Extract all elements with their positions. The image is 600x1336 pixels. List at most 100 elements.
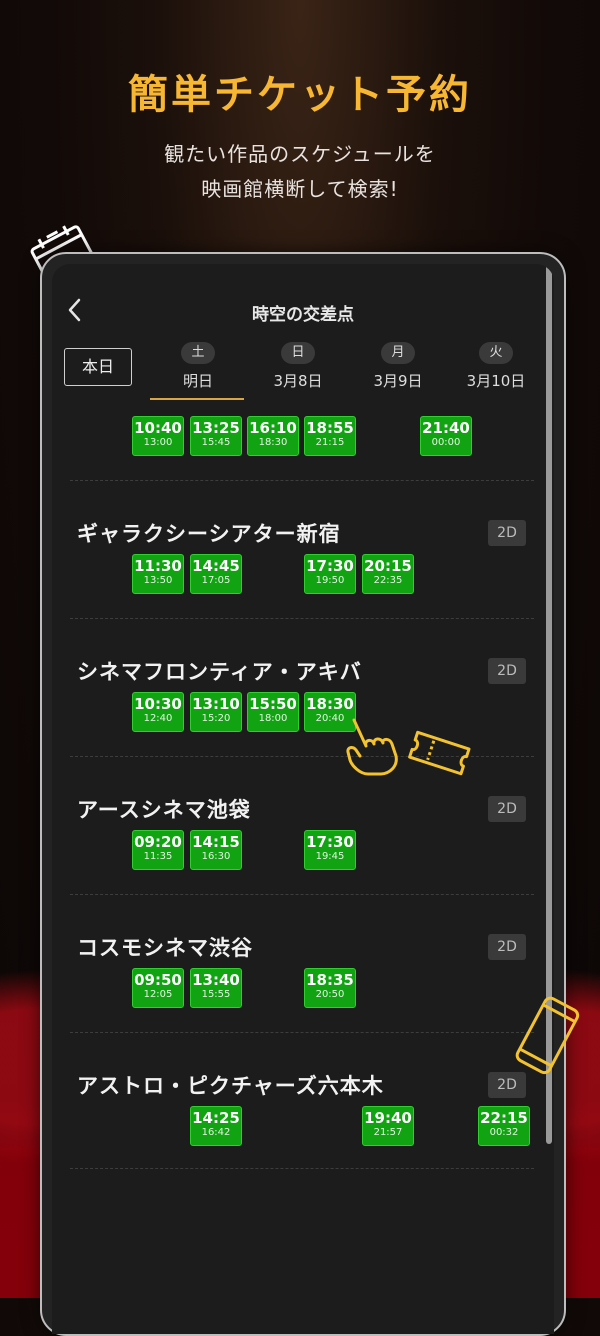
showtime-slot[interactable]: 17:30 19:45 (304, 830, 356, 870)
showtime-slot[interactable]: 14:25 16:42 (190, 1106, 242, 1146)
showtime-slot[interactable]: 13:10 15:20 (190, 692, 242, 732)
showtime-slot[interactable]: 10:30 12:40 (132, 692, 184, 732)
showtime-slot[interactable]: 18:35 20:50 (304, 968, 356, 1008)
end-time: 16:42 (201, 1127, 231, 1138)
theater-name[interactable]: ギャラクシーシアター新宿 (77, 518, 341, 548)
phone-frame: 時空の交差点 本日 土 明日 日 3月8日 月 3月9日 火 3月10日 10:… (40, 252, 566, 1336)
showtime-slot[interactable]: 13:25 15:45 (190, 416, 242, 456)
tab-day-0[interactable]: 土 明日 (150, 342, 246, 391)
start-time: 09:20 (134, 833, 182, 851)
start-time: 17:30 (306, 833, 354, 851)
theater-name[interactable]: コスモシネマ渋谷 (77, 932, 253, 962)
end-time: 12:05 (143, 989, 173, 1000)
weekday-badge: 日 (281, 342, 315, 364)
start-time: 13:40 (192, 971, 240, 989)
showtime-slot[interactable]: 18:55 21:15 (304, 416, 356, 456)
start-time: 17:30 (306, 557, 354, 575)
format-badge: 2D (488, 520, 526, 546)
end-time: 12:40 (143, 713, 173, 724)
start-time: 21:40 (422, 419, 470, 437)
format-badge: 2D (488, 658, 526, 684)
end-time: 16:30 (201, 851, 231, 862)
showtime-slot[interactable]: 11:30 13:50 (132, 554, 184, 594)
divider (70, 894, 534, 895)
selected-tab-indicator (150, 398, 244, 400)
tab-day-3[interactable]: 火 3月10日 (448, 342, 544, 391)
promo-subline-2: 映画館横断して検索! (201, 177, 399, 201)
start-time: 15:50 (249, 695, 297, 713)
day-label: 3月8日 (273, 372, 323, 390)
showtime-slot[interactable]: 21:40 00:00 (420, 416, 472, 456)
start-time: 13:25 (192, 419, 240, 437)
app-screen: 時空の交差点 本日 土 明日 日 3月8日 月 3月9日 火 3月10日 10:… (52, 264, 554, 1334)
start-time: 14:45 (192, 557, 240, 575)
showtime-slot[interactable]: 09:50 12:05 (132, 968, 184, 1008)
start-time: 16:10 (249, 419, 297, 437)
end-time: 20:50 (315, 989, 345, 1000)
end-time: 19:45 (315, 851, 345, 862)
showtime-slot[interactable]: 10:40 13:00 (132, 416, 184, 456)
end-time: 00:32 (489, 1127, 519, 1138)
start-time: 09:50 (134, 971, 182, 989)
promo-headline: 簡単チケット予約 (128, 72, 472, 118)
weekday-badge: 土 (181, 342, 215, 364)
day-label: 3月10日 (466, 372, 526, 390)
showtime-slot[interactable]: 19:40 21:57 (362, 1106, 414, 1146)
showtime-slot[interactable]: 09:20 11:35 (132, 830, 184, 870)
showtime-slot[interactable]: 13:40 15:55 (190, 968, 242, 1008)
tab-day-2[interactable]: 月 3月9日 (350, 342, 446, 391)
end-time: 17:05 (201, 575, 231, 586)
end-time: 15:45 (201, 437, 231, 448)
divider (70, 1168, 534, 1169)
day-label: 3月9日 (373, 372, 423, 390)
theater-name[interactable]: アストロ・ピクチャーズ六本木 (77, 1070, 384, 1100)
showtime-slot[interactable]: 17:30 19:50 (304, 554, 356, 594)
movie-title: 時空の交差点 (252, 305, 354, 325)
start-time: 14:15 (192, 833, 240, 851)
weekday-badge: 火 (479, 342, 513, 364)
start-time: 13:10 (192, 695, 240, 713)
start-time: 20:15 (364, 557, 412, 575)
divider (70, 618, 534, 619)
end-time: 13:50 (143, 575, 173, 586)
promo-subline-1: 観たい作品のスケジュールを (164, 142, 436, 166)
theater-name[interactable]: アースシネマ池袋 (77, 794, 251, 824)
start-time: 10:40 (134, 419, 182, 437)
end-time: 22:35 (373, 575, 403, 586)
start-time: 18:35 (306, 971, 354, 989)
pointing-hand-icon (346, 718, 398, 776)
smartphone-icon (515, 996, 580, 1075)
day-label: 明日 (182, 372, 213, 390)
showtime-slot[interactable]: 22:15 00:32 (478, 1106, 530, 1146)
today-button[interactable]: 本日 (64, 348, 132, 386)
theater-name[interactable]: シネマフロンティア・アキバ (77, 656, 362, 686)
start-time: 19:40 (364, 1109, 412, 1127)
end-time: 21:15 (315, 437, 345, 448)
showtime-slot[interactable]: 20:15 22:35 (362, 554, 414, 594)
start-time: 11:30 (134, 557, 182, 575)
end-time: 15:55 (201, 989, 231, 1000)
divider (70, 480, 534, 481)
weekday-badge: 月 (381, 342, 415, 364)
showtime-slot[interactable]: 14:15 16:30 (190, 830, 242, 870)
start-time: 18:55 (306, 419, 354, 437)
end-time: 00:00 (431, 437, 461, 448)
showtime-slot[interactable]: 15:50 18:00 (247, 692, 299, 732)
end-time: 21:57 (373, 1127, 403, 1138)
format-badge: 2D (488, 934, 526, 960)
end-time: 11:35 (143, 851, 173, 862)
format-badge: 2D (488, 796, 526, 822)
tab-day-1[interactable]: 日 3月8日 (250, 342, 346, 391)
end-time: 18:30 (258, 437, 288, 448)
showtime-slot[interactable]: 16:10 18:30 (247, 416, 299, 456)
divider (70, 1032, 534, 1033)
end-time: 13:00 (143, 437, 173, 448)
end-time: 19:50 (315, 575, 345, 586)
start-time: 18:30 (306, 695, 354, 713)
end-time: 18:00 (258, 713, 288, 724)
showtime-slot[interactable]: 14:45 17:05 (190, 554, 242, 594)
start-time: 10:30 (134, 695, 182, 713)
start-time: 22:15 (480, 1109, 528, 1127)
ticket-icon (408, 730, 471, 776)
end-time: 15:20 (201, 713, 231, 724)
